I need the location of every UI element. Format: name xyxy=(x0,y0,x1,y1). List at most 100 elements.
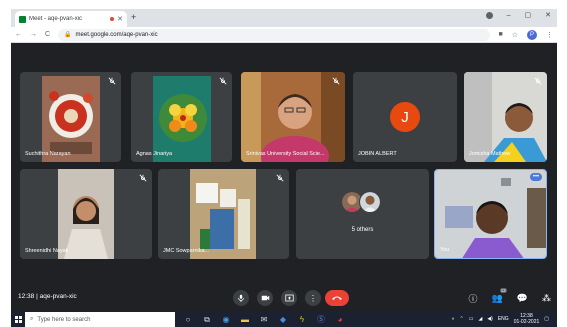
chrome-icon[interactable]: ◕ xyxy=(335,315,345,325)
participant-tile[interactable]: J JOBIN ALBERT xyxy=(353,72,457,162)
network-icon[interactable]: ◢ xyxy=(478,316,482,322)
camera-icon xyxy=(261,295,269,301)
notifications-icon[interactable]: ▢ xyxy=(544,316,549,322)
video-feed-banner xyxy=(190,169,256,259)
participant-name: Agnas Jinariya xyxy=(136,151,173,157)
edge-icon[interactable]: ◉ xyxy=(221,315,231,325)
present-screen-button[interactable] xyxy=(281,290,297,306)
more-options-icon[interactable]: ••• xyxy=(530,173,542,181)
participant-tile[interactable]: Jomisha Mathew xyxy=(464,72,547,162)
participant-name: Jomisha Mathew xyxy=(469,151,511,157)
mic-muted-icon xyxy=(219,77,227,85)
system-tray: ● ⌃ ▭ ◢ ◀) ENG 12:38 01-02-2021 ▢ xyxy=(452,313,550,325)
window-controls: – ▢ ✕ xyxy=(485,11,551,19)
maximize-button[interactable]: ▢ xyxy=(525,11,532,19)
video-feed-speaker xyxy=(241,72,345,162)
clock-date: 01-02-2021 xyxy=(513,319,540,325)
task-view-icon[interactable]: ⧉ xyxy=(202,315,212,325)
mail-icon[interactable]: ✉ xyxy=(259,315,269,325)
participant-tile[interactable]: Shreenidhi Nayak xyxy=(20,169,152,259)
screen: Meet - aqe-pvan-xic ✕ + – ▢ ✕ ← → C 🔒 me… xyxy=(11,9,557,327)
tab-search-icon[interactable] xyxy=(485,11,493,19)
participant-tile[interactable]: Agnas Jinariya xyxy=(131,72,232,162)
input-language[interactable]: ENG xyxy=(498,316,509,322)
tray-app-icon[interactable]: ● xyxy=(452,316,455,322)
participant-tile[interactable]: Suchithra Narayan xyxy=(20,72,121,162)
back-arrow-icon[interactable]: ← xyxy=(15,31,22,38)
reload-icon[interactable]: C xyxy=(45,31,50,38)
tab-close-button[interactable]: ✕ xyxy=(117,15,123,23)
more-vert-icon: ⋮ xyxy=(309,293,317,303)
file-explorer-icon[interactable]: ▬ xyxy=(240,315,250,325)
activities-icon[interactable]: ⁂ xyxy=(542,293,551,304)
self-view-tile[interactable]: ••• You xyxy=(434,169,547,259)
people-icon[interactable]: 👥 12 xyxy=(492,288,507,304)
people-count-badge: 12 xyxy=(499,288,507,293)
video-feed-food-art xyxy=(42,76,100,162)
volume-icon[interactable]: ◀) xyxy=(487,316,493,322)
meet-favicon-icon xyxy=(19,15,26,23)
bookmark-star-icon[interactable]: ☆ xyxy=(512,31,518,39)
windows-start-button[interactable] xyxy=(11,312,25,327)
present-icon xyxy=(284,294,294,302)
taskbar-clock[interactable]: 12:38 01-02-2021 xyxy=(514,313,540,325)
skype-icon[interactable]: Ⓢ xyxy=(316,315,326,325)
participant-tile[interactable]: JMC Sowparnika... xyxy=(158,169,289,259)
meeting-details-info-icon[interactable]: ⓘ xyxy=(469,292,478,305)
others-count-label: 5 others xyxy=(351,227,374,233)
battery-icon[interactable]: ▭ xyxy=(469,316,474,322)
address-bar[interactable]: 🔒 meet.google.com/aqe-pvan-xic xyxy=(58,28,491,41)
microphone-button[interactable] xyxy=(233,290,249,306)
mic-muted-icon xyxy=(139,174,147,182)
windows-taskbar: ⌕ Type here to search ○ ⧉ ◉ ▬ ✉ ◆ ϟ Ⓢ ◕ … xyxy=(11,312,557,327)
new-tab-button[interactable]: + xyxy=(131,12,136,22)
participant-name: JMC Sowparnika... xyxy=(163,248,210,254)
participant-name: You xyxy=(440,247,450,253)
profile-avatar[interactable]: P xyxy=(527,29,537,40)
cortana-icon[interactable]: ○ xyxy=(183,315,193,325)
time-and-meeting-code: 12:38 | aqe-pvan-xic xyxy=(18,293,77,300)
taskbar-search-box[interactable]: ⌕ Type here to search xyxy=(25,312,175,327)
taskbar-apps: ○ ⧉ ◉ ▬ ✉ ◆ ϟ Ⓢ ◕ xyxy=(183,315,345,325)
taskbar-search-placeholder: Type here to search xyxy=(37,316,91,323)
close-window-button[interactable]: ✕ xyxy=(545,11,551,19)
browser-actions: ■ ☆ P ⋮ xyxy=(498,29,553,40)
dropbox-icon[interactable]: ◆ xyxy=(278,315,288,325)
minimize-button[interactable]: – xyxy=(507,12,511,19)
video-feed-flower-art xyxy=(153,76,211,162)
browser-menu-icon[interactable]: ⋮ xyxy=(546,31,553,39)
participant-name: Suchithra Narayan xyxy=(25,151,71,157)
participant-name: JOBIN ALBERT xyxy=(358,151,397,157)
mic-icon xyxy=(238,294,244,302)
camera-in-use-icon[interactable]: ■ xyxy=(498,31,502,38)
mic-muted-icon xyxy=(108,77,116,85)
browser-toolbar: ← → C 🔒 meet.google.com/aqe-pvan-xic ■ ☆… xyxy=(11,27,557,43)
search-icon: ⌕ xyxy=(30,316,34,322)
participant-avatar: J xyxy=(390,102,420,132)
meeting-code: aqe-pvan-xic xyxy=(39,293,77,300)
browser-tabstrip: Meet - aqe-pvan-xic ✕ + – ▢ ✕ xyxy=(11,9,557,27)
show-hidden-icons-icon[interactable]: ⌃ xyxy=(460,316,464,322)
mic-muted-icon xyxy=(276,174,284,182)
recording-indicator-icon xyxy=(110,17,115,21)
forward-arrow-icon[interactable]: → xyxy=(30,31,37,38)
camera-button[interactable] xyxy=(257,290,273,306)
others-tile[interactable]: 5 others xyxy=(296,169,429,259)
meet-side-icons: ⓘ 👥 12 💬 ⁂ xyxy=(469,288,551,305)
url-text: meet.google.com/aqe-pvan-xic xyxy=(75,31,158,38)
more-options-button[interactable]: ⋮ xyxy=(305,290,321,306)
participant-name: Shreenidhi Nayak xyxy=(25,248,69,254)
participant-tile[interactable]: Srinivas University Social Scie... xyxy=(241,72,345,162)
video-feed-participant xyxy=(464,72,547,162)
chat-icon[interactable]: 💬 xyxy=(517,293,528,304)
browser-tab-meet[interactable]: Meet - aqe-pvan-xic ✕ xyxy=(15,11,127,27)
taskbar-app-icon[interactable]: ϟ xyxy=(297,315,307,325)
leave-call-button[interactable] xyxy=(325,290,349,306)
lock-icon: 🔒 xyxy=(64,32,72,38)
mic-muted-icon xyxy=(332,77,340,85)
video-feed-self xyxy=(435,170,546,258)
hang-up-icon xyxy=(332,296,342,300)
tab-title: Meet - aqe-pvan-xic xyxy=(29,16,83,22)
windows-logo-icon xyxy=(14,316,22,323)
meeting-time: 12:38 xyxy=(18,293,35,300)
